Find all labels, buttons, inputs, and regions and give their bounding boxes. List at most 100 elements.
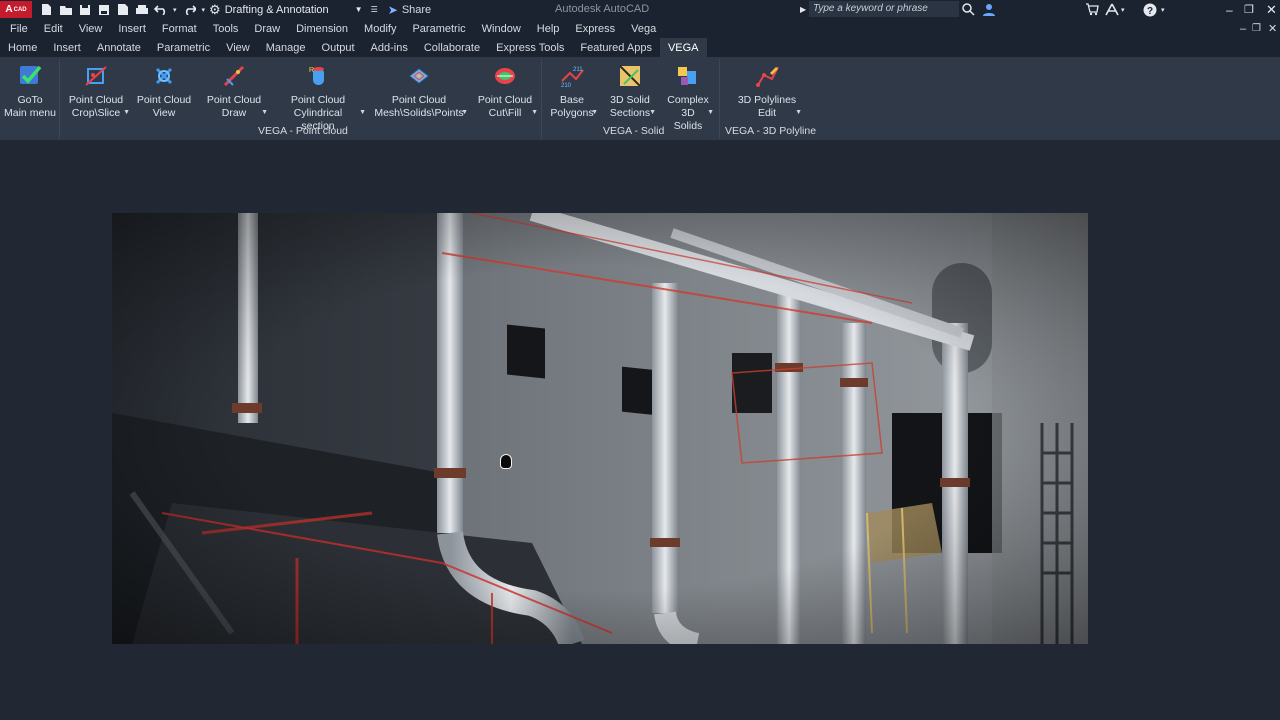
user-account-icon[interactable] — [982, 0, 996, 19]
save-icon[interactable] — [78, 3, 91, 16]
menu-view[interactable]: View — [79, 23, 103, 35]
tab-vega[interactable]: VEGA — [659, 38, 707, 57]
svg-text:?: ? — [1147, 6, 1153, 17]
tab-collaborate[interactable]: Collaborate — [416, 38, 488, 57]
mesh-solids-label-2: Mesh\Solids\Points — [374, 107, 464, 119]
redo-dropdown-icon[interactable]: ▾ — [202, 6, 206, 14]
tab-insert[interactable]: Insert — [45, 38, 89, 57]
undo-icon[interactable] — [154, 3, 167, 16]
open-folder-icon[interactable] — [59, 3, 72, 16]
close-window-icon[interactable]: ✕ — [1266, 0, 1277, 19]
pan-hand-cursor-icon — [500, 454, 512, 469]
menu-insert[interactable]: Insert — [118, 23, 146, 35]
doc-restore-icon[interactable]: ❐ — [1252, 23, 1261, 34]
gear-icon: ⚙ — [209, 1, 221, 17]
save-as-icon[interactable] — [97, 3, 110, 16]
menu-draw[interactable]: Draw — [254, 23, 280, 35]
menu-edit[interactable]: Edit — [44, 23, 63, 35]
point-cloud-cut-fill-button[interactable]: Point Cloud Cut\Fill ▼ — [476, 63, 538, 120]
tab-express-tools[interactable]: Express Tools — [488, 38, 572, 57]
help-icon[interactable]: ? ▾ — [1143, 0, 1165, 19]
menu-tools[interactable]: Tools — [213, 23, 239, 35]
chevron-down-icon: ▼ — [461, 109, 468, 116]
tab-featured-apps[interactable]: Featured Apps — [572, 38, 660, 57]
goto-main-menu-button[interactable]: GoTo Main menu — [3, 63, 57, 120]
cut-fill-label-1: Point Cloud — [477, 94, 533, 106]
app-badge: A — [5, 4, 13, 15]
pc-view-label-2: View — [152, 107, 176, 119]
menu-vega[interactable]: Vega — [631, 23, 656, 35]
drawing-canvas[interactable] — [0, 140, 1280, 720]
point-cloud-draw-button[interactable]: Point Cloud Draw ▼ — [206, 63, 268, 120]
web-mobile-icon[interactable] — [116, 3, 129, 16]
base-polygons-icon: 210 211 — [559, 63, 585, 89]
share-button[interactable]: ➤ Share — [388, 3, 431, 17]
base-polygons-button[interactable]: 210 211 Base Polygons ▼ — [550, 63, 598, 120]
tab-add-ins[interactable]: Add-ins — [363, 38, 416, 57]
redo-icon[interactable] — [183, 3, 196, 16]
solid-sections-icon — [617, 63, 643, 89]
crop-slice-label-1: Point Cloud — [68, 94, 124, 106]
menu-bar: File Edit View Insert Format Tools Draw … — [0, 19, 1280, 38]
menu-help[interactable]: Help — [537, 23, 560, 35]
svg-text:R: R — [309, 67, 314, 74]
workspace-switcher[interactable]: ⚙ Drafting & Annotation ▼ ☰ — [209, 2, 378, 18]
menu-dimension[interactable]: Dimension — [296, 23, 348, 35]
polyline-edit-label-1: 3D Polylines — [737, 94, 797, 106]
point-cloud-mesh-solids-points-button[interactable]: Point Cloud Mesh\Solids\Points ▼ — [374, 63, 468, 120]
cart-icon[interactable] — [1085, 0, 1099, 19]
point-cloud-view-button[interactable]: Point Cloud View — [136, 63, 192, 120]
complex-3d-solids-button[interactable]: Complex 3D Solids ▼ — [666, 63, 714, 133]
search-icon[interactable] — [962, 0, 975, 19]
menu-window[interactable]: Window — [482, 23, 521, 35]
point-cloud-viewport[interactable] — [112, 213, 1088, 644]
svg-text:210: 210 — [561, 83, 572, 89]
new-file-icon[interactable] — [40, 3, 53, 16]
app-menu-button[interactable]: A CAD — [0, 1, 32, 18]
doc-close-icon[interactable]: ✕ — [1268, 22, 1277, 35]
menu-modify[interactable]: Modify — [364, 23, 396, 35]
menu-express[interactable]: Express — [575, 23, 615, 35]
chevron-down-icon: ▼ — [531, 109, 538, 116]
3d-solid-sections-button[interactable]: 3D Solid Sections ▼ — [608, 63, 656, 120]
autodesk-app-icon[interactable]: ▾ — [1105, 0, 1125, 19]
restore-window-icon[interactable]: ❐ — [1244, 0, 1254, 19]
tab-home[interactable]: Home — [0, 38, 45, 57]
polyline-edit-label-2: Edit — [757, 107, 777, 119]
3d-polylines-edit-button[interactable]: 3D Polylines Edit ▼ — [736, 63, 802, 120]
print-icon[interactable] — [135, 3, 148, 16]
tab-parametric[interactable]: Parametric — [149, 38, 218, 57]
search-expand-icon[interactable]: ▶ — [800, 0, 806, 19]
menu-format[interactable]: Format — [162, 23, 197, 35]
point-cloud-image — [112, 213, 1088, 644]
minimize-window-icon[interactable]: – — [1226, 0, 1233, 19]
base-polygons-label-1: Base — [560, 94, 584, 106]
panel-title-point-cloud: VEGA - Point cloud — [258, 125, 348, 137]
app-title: Autodesk AutoCAD — [555, 3, 650, 15]
title-bar: A CAD ▾ ▾ ⚙ Drafting & Annotation ▼ ☰ ➤ S… — [0, 0, 1280, 19]
cylinder-section-icon: R — [305, 63, 331, 89]
chevron-down-icon: ▼ — [123, 109, 130, 116]
ribbon-panel: GoTo Main menu Point Cloud Crop\Slice ▼ … — [0, 57, 1280, 140]
search-input[interactable]: Type a keyword or phrase — [809, 1, 959, 17]
tab-annotate[interactable]: Annotate — [89, 38, 149, 57]
menu-parametric[interactable]: Parametric — [412, 23, 465, 35]
undo-dropdown-icon[interactable]: ▾ — [173, 6, 177, 14]
doc-minimize-icon[interactable]: – — [1240, 23, 1246, 35]
mesh-solids-icon — [406, 63, 432, 89]
pc-view-label-1: Point Cloud — [136, 94, 192, 106]
share-icon: ➤ — [387, 2, 398, 17]
menu-file[interactable]: File — [10, 23, 28, 35]
ribbon-separator — [719, 59, 720, 139]
tab-view[interactable]: View — [218, 38, 258, 57]
svg-text:211: 211 — [573, 67, 583, 73]
customize-qat-icon[interactable]: ☰ — [371, 5, 378, 14]
goto-label-2: Main menu — [4, 107, 56, 119]
cut-fill-label-2: Cut\Fill — [488, 107, 522, 119]
chevron-down-icon: ▼ — [649, 109, 656, 116]
solid-sections-label-1: 3D Solid — [610, 94, 650, 106]
tab-manage[interactable]: Manage — [258, 38, 314, 57]
point-cloud-crop-slice-button[interactable]: Point Cloud Crop\Slice ▼ — [66, 63, 130, 120]
point-cloud-cylindrical-section-button[interactable]: R Point Cloud Cylindrical section ▼ — [276, 63, 366, 133]
tab-output[interactable]: Output — [314, 38, 363, 57]
